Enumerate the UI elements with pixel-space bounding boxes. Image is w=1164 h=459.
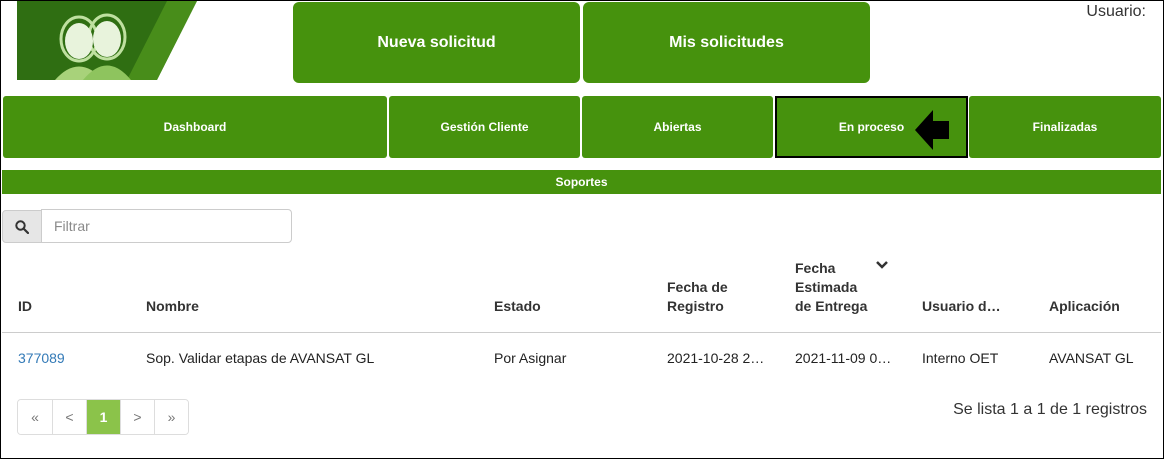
nav-gestion-cliente[interactable]: Gestión Cliente — [389, 96, 580, 158]
search-icon — [15, 219, 29, 234]
row-estado: Por Asignar — [494, 350, 567, 366]
col-header-fecha-entrega[interactable]: Fecha Estimada de Entrega — [795, 259, 867, 316]
col-header-line: Fecha de — [667, 279, 728, 295]
row-aplicacion: AVANSAT GL — [1049, 350, 1134, 366]
col-header-line: Registro — [667, 298, 724, 314]
records-summary: Se lista 1 a 1 de 1 registros — [953, 401, 1147, 418]
logo — [17, 1, 239, 80]
section-title: Soportes — [2, 170, 1161, 194]
row-usuario: Interno OET — [922, 350, 999, 366]
new-request-button[interactable]: Nueva solicitud — [293, 2, 580, 83]
page-next-button[interactable]: > — [120, 400, 154, 434]
page-prev-button[interactable]: < — [52, 400, 86, 434]
row-nombre: Sop. Validar etapas de AVANSAT GL — [146, 350, 375, 366]
arrow-left-icon — [915, 110, 949, 150]
col-header-id[interactable]: ID — [18, 297, 32, 316]
row-fecha-registro: 2021-10-28 2… — [667, 350, 765, 366]
row-id-link[interactable]: 377089 — [18, 350, 65, 366]
page-first-button[interactable]: « — [18, 400, 52, 434]
col-header-nombre[interactable]: Nombre — [146, 297, 199, 316]
user-label: Usuario: — [1086, 3, 1146, 20]
sort-desc-icon[interactable] — [875, 260, 889, 270]
col-header-line: de Entrega — [795, 298, 868, 314]
my-requests-button[interactable]: Mis solicitudes — [583, 2, 870, 83]
row-fecha-entrega: 2021-11-09 0… — [795, 350, 892, 366]
nav-finalizadas[interactable]: Finalizadas — [969, 96, 1161, 158]
col-header-estado[interactable]: Estado — [494, 297, 541, 316]
col-header-line: Fecha — [795, 260, 836, 276]
col-header-usuario[interactable]: Usuario d… — [922, 297, 1001, 316]
table-header-divider — [2, 332, 1161, 333]
nav-abiertas[interactable]: Abiertas — [582, 96, 773, 158]
search-button[interactable] — [2, 210, 42, 243]
page-current-button[interactable]: 1 — [86, 400, 120, 434]
filter-input[interactable] — [41, 209, 292, 243]
col-header-aplicacion[interactable]: Aplicación — [1049, 297, 1120, 316]
page-last-button[interactable]: » — [154, 400, 188, 434]
nav-dashboard[interactable]: Dashboard — [3, 96, 387, 158]
pagination: « < 1 > » — [17, 399, 189, 435]
col-header-fecha-registro[interactable]: Fecha de Registro — [667, 278, 728, 316]
col-header-line: Estimada — [795, 279, 858, 295]
